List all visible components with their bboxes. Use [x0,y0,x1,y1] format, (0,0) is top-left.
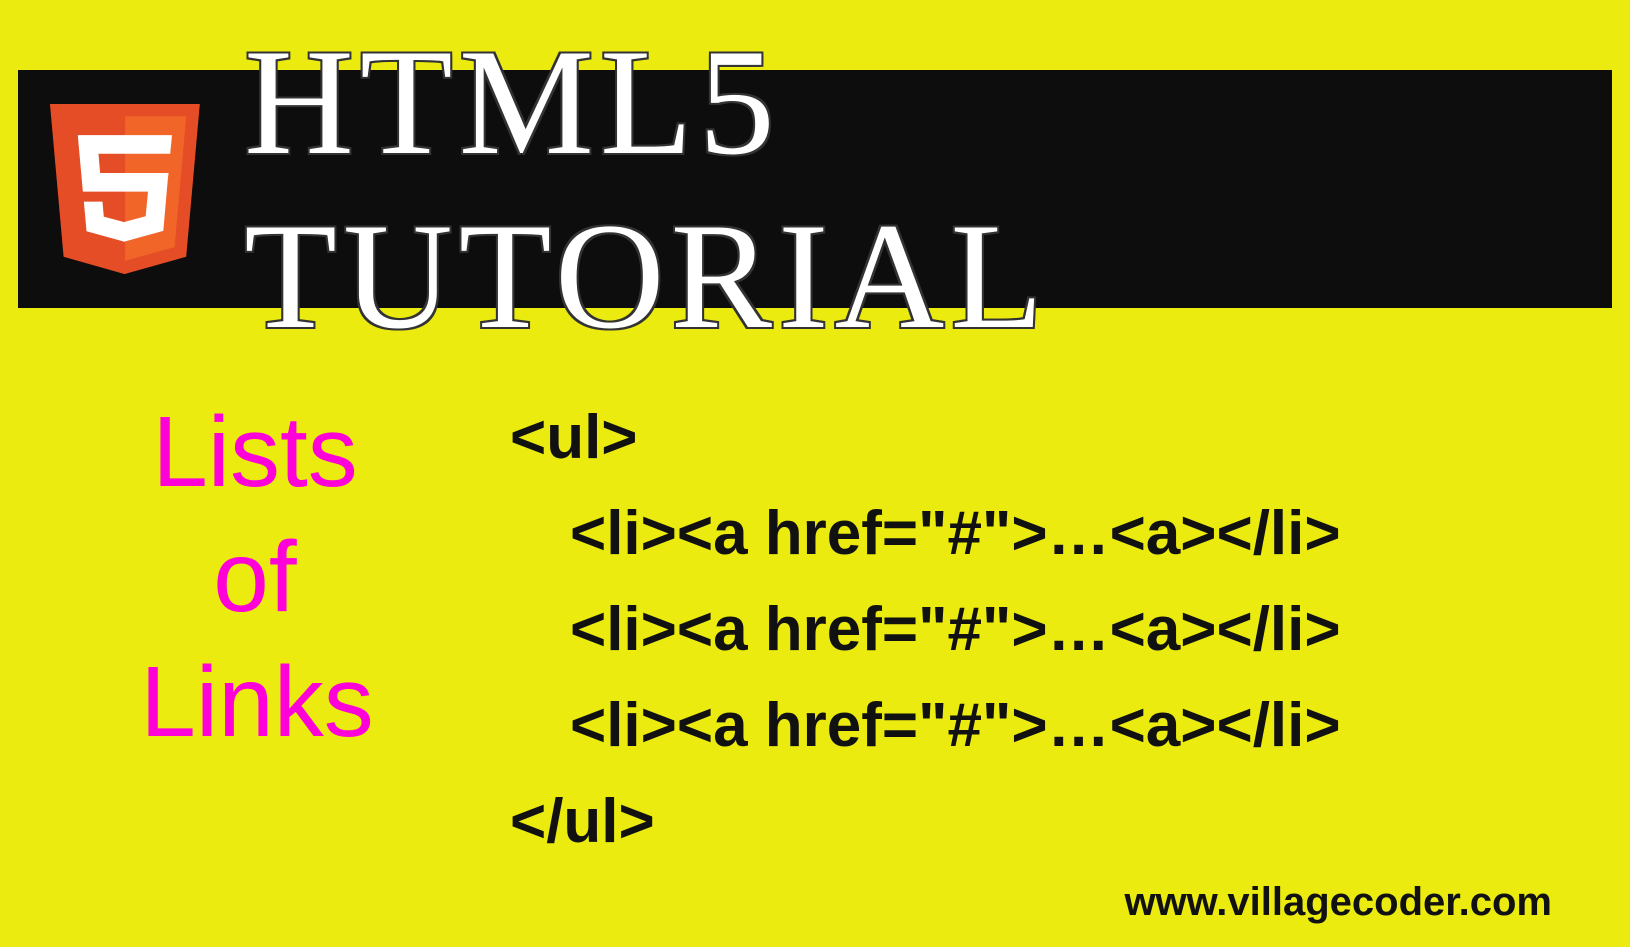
header-bar: HTML5 TUTORIAL [18,70,1612,308]
page-title: HTML5 TUTORIAL [244,15,1612,363]
subtitle-line-3: Links [4,640,510,765]
subtitle-line-2: of [0,515,510,640]
footer-url: www.villagecoder.com [1124,880,1552,925]
subtitle-line-1: Lists [0,390,510,515]
html5-logo-icon [40,89,210,289]
code-line-li2: <li><a href="#">…<a></li> [510,582,1630,678]
code-block: <ul> <li><a href="#">…<a></li> <li><a hr… [510,370,1630,947]
code-line-close: </ul> [510,774,1630,870]
code-line-open: <ul> [510,390,1630,486]
content-area: Lists of Links <ul> <li><a href="#">…<a>… [0,370,1630,947]
code-line-li1: <li><a href="#">…<a></li> [510,486,1630,582]
code-line-li3: <li><a href="#">…<a></li> [510,678,1630,774]
subtitle-block: Lists of Links [0,370,510,947]
